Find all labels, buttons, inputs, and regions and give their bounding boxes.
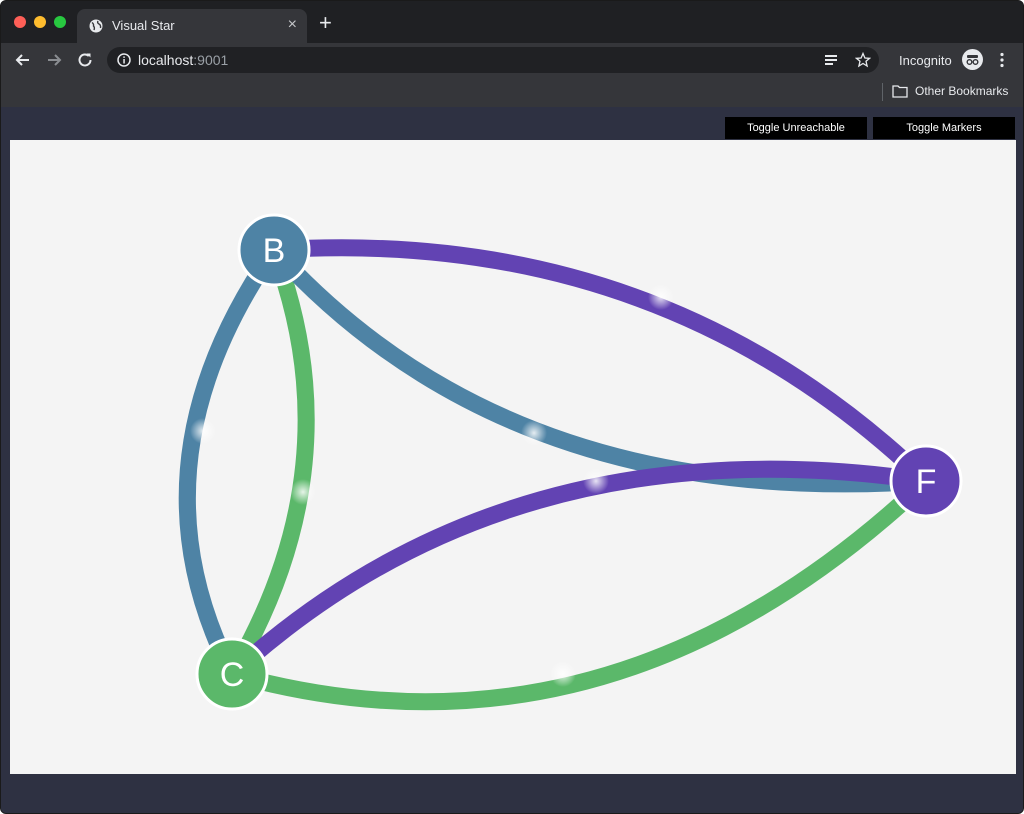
more-menu-icon[interactable] (997, 52, 1007, 68)
edge-marker (648, 284, 674, 310)
bookmark-star-icon[interactable] (855, 52, 871, 68)
url-text[interactable]: localhost:9001 (138, 52, 228, 68)
bookmarks-bar: Other Bookmarks (1, 77, 1023, 107)
bookmarks-divider (882, 83, 883, 101)
close-tab-icon[interactable]: × (288, 16, 297, 34)
forward-arrow-icon[interactable] (45, 51, 63, 69)
node-f[interactable]: F (889, 444, 963, 518)
edge-marker (290, 479, 316, 505)
node-b[interactable]: B (237, 213, 311, 287)
back-arrow-icon[interactable] (14, 51, 32, 69)
globe-icon (89, 19, 103, 33)
close-window-button[interactable] (14, 16, 26, 28)
reading-list-icon[interactable] (823, 52, 839, 68)
graph-svg: B C F (178, 213, 963, 711)
url-port: :9001 (193, 52, 229, 68)
other-bookmarks-link[interactable]: Other Bookmarks (915, 84, 1008, 98)
node-label: F (916, 463, 937, 501)
page-content: Toggle Unreachable Toggle Markers B C F (1, 107, 1023, 813)
maximize-window-button[interactable] (54, 16, 66, 28)
incognito-label[interactable]: Incognito (899, 53, 952, 68)
url-host: localhost (138, 52, 194, 68)
browser-window: Visual Star × + localhost:9001 Incognito… (0, 0, 1024, 814)
incognito-icon[interactable] (962, 49, 983, 70)
node-label: B (263, 232, 286, 270)
address-bar[interactable]: localhost:9001 (107, 47, 879, 73)
new-tab-button[interactable]: + (319, 12, 332, 34)
node-c[interactable]: C (195, 637, 269, 711)
tab-visual-star[interactable]: Visual Star × (77, 9, 307, 43)
minimize-window-button[interactable] (34, 16, 46, 28)
toggle-markers-button[interactable]: Toggle Markers (873, 117, 1015, 139)
edge-marker (521, 420, 547, 446)
edge-marker (190, 418, 216, 444)
edge-marker (550, 661, 576, 687)
tab-title: Visual Star (112, 18, 175, 33)
toggle-unreachable-button[interactable]: Toggle Unreachable (725, 117, 867, 139)
toolbar: localhost:9001 Incognito (1, 43, 1023, 77)
edge-marker (583, 468, 609, 494)
info-icon[interactable] (117, 53, 131, 67)
reload-icon[interactable] (76, 51, 94, 69)
tab-strip: Visual Star × + (1, 1, 1023, 43)
folder-icon[interactable] (892, 84, 908, 98)
graph-canvas[interactable]: B C F (10, 140, 1016, 774)
node-label: C (220, 656, 245, 694)
